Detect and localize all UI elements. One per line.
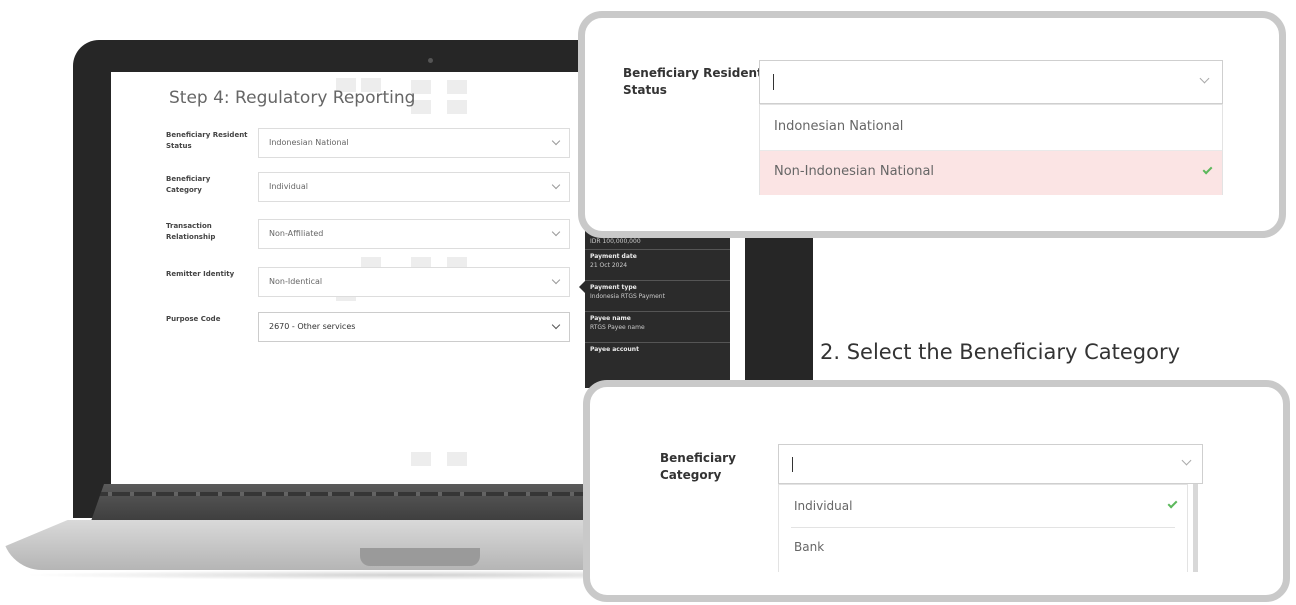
summary-value: IDR 100,000,000 (590, 238, 641, 245)
field-purpose-code: Purpose Code 2670 - Other services (166, 312, 586, 346)
option-label: Individual (794, 499, 853, 513)
option-individual[interactable]: Individual (779, 485, 1187, 527)
text-cursor (773, 74, 774, 90)
field-beneficiary-resident-status: Beneficiary Resident Status Indonesian N… (166, 128, 586, 162)
field-remitter-identity: Remitter Identity Non-Identical (166, 267, 586, 301)
option-non-indonesian-national[interactable]: Non-Indonesian National (760, 151, 1222, 195)
summary-item: Payee name RTGS Payee name (585, 312, 730, 343)
laptop-notch (360, 548, 480, 566)
watermark-block (447, 100, 467, 114)
summary-item: Payment type Indonesia RTGS Payment (585, 281, 730, 312)
summary-value: 21 Oct 2024 (590, 262, 628, 269)
chevron-down-icon (551, 180, 561, 190)
field-label: Beneficiary Category (166, 175, 211, 194)
field-label: Purpose Code (166, 315, 221, 323)
chevron-down-icon (1181, 455, 1192, 466)
summary-value: Indonesia RTGS Payment (590, 293, 665, 300)
beneficiary-category-dropdown-input[interactable] (778, 444, 1203, 484)
field-label: Remitter Identity (166, 270, 235, 278)
summary-value: RTGS Payee name (590, 324, 645, 331)
summary-label: Payee name (590, 315, 631, 322)
laptop-camera (428, 58, 433, 63)
select-value: 2670 - Other services (269, 322, 356, 331)
option-bank[interactable]: Bank (779, 528, 1187, 570)
field-label: Beneficiary Resident Status (623, 66, 763, 97)
select-value: Individual (269, 182, 308, 191)
checkmark-icon (1167, 498, 1178, 509)
chevron-down-icon (1199, 73, 1210, 84)
field-label: Beneficiary Resident Status (166, 131, 248, 150)
resident-status-options: Indonesian National Non-Indonesian Natio… (759, 104, 1223, 195)
callout-beneficiary-category: Beneficiary Category Individual Bank (583, 380, 1290, 602)
summary-label: Payment type (590, 284, 637, 291)
callout-resident-status: Beneficiary Resident Status Indonesian N… (578, 11, 1286, 238)
select-value: Non-Identical (269, 277, 323, 286)
summary-item: Payee account (585, 343, 730, 374)
watermark-block (447, 452, 467, 466)
field-transaction-relationship: Transaction Relationship Non-Affiliated (166, 219, 586, 253)
summary-label: Payee account (590, 346, 639, 353)
text-cursor (792, 457, 793, 472)
watermark-block (411, 452, 431, 466)
beneficiary-resident-status-select[interactable]: Indonesian National (258, 128, 570, 158)
step-title: Step 4: Regulatory Reporting (169, 88, 416, 108)
resident-status-dropdown-input[interactable] (759, 60, 1223, 104)
chevron-down-icon (551, 320, 561, 330)
beneficiary-category-select[interactable]: Individual (258, 172, 570, 202)
summary-label: Payment date (590, 253, 637, 260)
remitter-identity-select[interactable]: Non-Identical (258, 267, 570, 297)
option-indonesian-national[interactable]: Indonesian National (760, 105, 1222, 150)
option-label: Bank (794, 540, 825, 554)
chevron-down-icon (551, 275, 561, 285)
select-value: Non-Affiliated (269, 229, 324, 238)
beneficiary-category-options: Individual Bank (778, 484, 1188, 572)
payment-summary-panel: IDR 100,000,000 Payment date 21 Oct 2024… (585, 228, 730, 388)
field-label: Transaction Relationship (166, 222, 216, 241)
transaction-relationship-select[interactable]: Non-Affiliated (258, 219, 570, 249)
laptop-side-edge (745, 232, 791, 382)
select-value: Indonesian National (269, 138, 349, 147)
summary-item: Payment date 21 Oct 2024 (585, 250, 730, 281)
option-label: Indonesian National (774, 119, 904, 134)
step-caption: 2. Select the Beneficiary Category (820, 340, 1181, 364)
checkmark-icon (1202, 164, 1213, 175)
chevron-down-icon (551, 227, 561, 237)
chevron-down-icon (551, 136, 561, 146)
watermark-block (447, 80, 467, 94)
purpose-code-select[interactable]: 2670 - Other services (258, 312, 570, 342)
option-label: Non-Indonesian National (774, 164, 935, 179)
options-scrollbar[interactable] (1193, 484, 1198, 572)
field-beneficiary-category: Beneficiary Category Individual (166, 172, 586, 206)
field-label: Beneficiary Category (660, 451, 736, 482)
